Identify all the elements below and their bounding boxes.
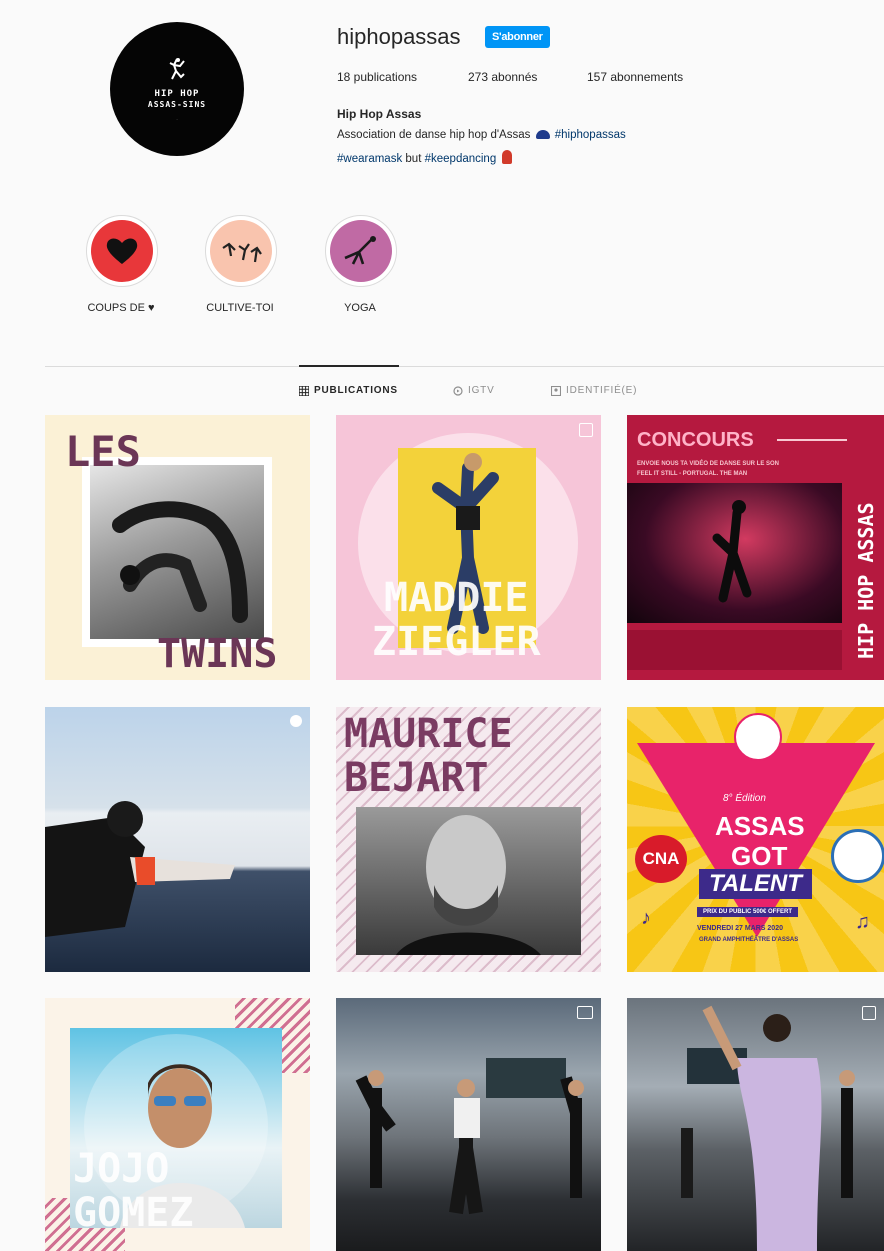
side-banner: HIP HOP ASSAS bbox=[846, 485, 880, 665]
bio-text: but bbox=[405, 153, 422, 165]
logo-badge bbox=[734, 713, 782, 761]
post-maurice-bejart[interactable]: MAURICE BEJART bbox=[336, 707, 601, 972]
post-title: LES bbox=[65, 427, 141, 476]
agt-title: TALENT bbox=[699, 869, 812, 899]
dancers-figures bbox=[681, 1005, 855, 1251]
post-dance-class-1[interactable] bbox=[336, 998, 601, 1251]
tabs-divider bbox=[45, 366, 884, 367]
post-title: MAURICE bbox=[344, 711, 513, 757]
post-subtitle: ENVOIE NOUS TA VIDÉO DE DANSE SUR LE SON bbox=[637, 461, 780, 467]
profile-bio-line2: #wearamask but #keepdancing bbox=[337, 150, 513, 165]
post-concours[interactable]: CONCOURS ENVOIE NOUS TA VIDÉO DE DANSE S… bbox=[627, 415, 884, 680]
highlight-label: YOGA bbox=[344, 302, 376, 314]
prizes-strip bbox=[627, 630, 842, 670]
follow-button[interactable]: S'abonner bbox=[485, 26, 550, 48]
dancers-figures bbox=[355, 1058, 584, 1215]
event-place: GRAND AMPHITHÉÂTRE D'ASSAS bbox=[699, 937, 799, 943]
grid-icon bbox=[299, 385, 309, 396]
hashtag-link[interactable]: #wearamask bbox=[337, 153, 402, 165]
post-title: GOMEZ bbox=[73, 1190, 194, 1236]
post-assas-got-talent[interactable]: 8° Édition ASSAS GOT TALENT CNA PRIX DU … bbox=[627, 707, 884, 972]
avatar-text-line2: ASSAS-SINS bbox=[147, 99, 207, 109]
dancers-icon bbox=[210, 220, 272, 282]
post-title: TWINS bbox=[157, 631, 278, 677]
dancer-emoji-icon bbox=[502, 150, 513, 164]
dancers-photo bbox=[90, 465, 264, 639]
bio-text: Association de danse hip hop d'Assas bbox=[337, 129, 531, 141]
stage-photo bbox=[627, 483, 842, 623]
tab-label: IDENTIFIÉ(E) bbox=[566, 385, 638, 396]
post-les-twins[interactable]: LES TWINS bbox=[45, 415, 310, 680]
post-subtitle: FEEL IT STILL - PORTUGAL. THE MAN bbox=[637, 471, 748, 477]
highlight-coups-de-coeur[interactable] bbox=[86, 215, 158, 287]
profile-username: hiphopassas bbox=[337, 24, 461, 49]
following-count[interactable]: 157 abonnements bbox=[587, 70, 683, 84]
cna-logo: CNA bbox=[635, 835, 687, 883]
partner-logo bbox=[831, 829, 884, 883]
dancer-figure bbox=[45, 801, 235, 937]
highlight-label: COUPS DE ♥ bbox=[87, 302, 155, 314]
dancer-logo-icon bbox=[169, 57, 185, 79]
followers-count[interactable]: 273 abonnés bbox=[468, 70, 537, 84]
music-note-icon: ♪ bbox=[641, 907, 651, 929]
portrait-photo bbox=[356, 807, 581, 955]
active-tab-indicator bbox=[299, 365, 399, 367]
video-icon bbox=[290, 715, 302, 727]
highlight-label: CULTIVE-TOI bbox=[206, 302, 274, 314]
prize-label: PRIX DU PUBLIC 500€ OFFERT bbox=[697, 907, 799, 917]
post-title: JOJO bbox=[73, 1146, 170, 1192]
post-title: CONCOURS bbox=[637, 429, 754, 451]
cap-emoji-icon bbox=[535, 130, 550, 139]
highlight-cultive-toi[interactable] bbox=[205, 215, 277, 287]
tagged-icon bbox=[551, 385, 561, 396]
post-title: BEJART bbox=[344, 755, 489, 801]
side-title: HIP HOP ASSAS bbox=[854, 502, 878, 659]
heart-icon bbox=[91, 220, 153, 282]
post-dance-class-2[interactable] bbox=[627, 998, 884, 1251]
agt-title: GOT bbox=[731, 841, 788, 871]
post-maddie-ziegler[interactable]: MADDIE ZIEGLER bbox=[336, 415, 601, 680]
post-jojo-gomez[interactable]: JOJO GOMEZ bbox=[45, 998, 310, 1251]
tab-label: PUBLICATIONS bbox=[314, 385, 398, 396]
carousel-icon bbox=[862, 1006, 876, 1020]
posts-count[interactable]: 18 publications bbox=[337, 70, 417, 84]
title-line bbox=[777, 439, 847, 441]
video-icon bbox=[577, 1006, 593, 1019]
hashtag-link[interactable]: #hiphopassas bbox=[555, 129, 626, 141]
event-date: VENDREDI 27 MARS 2020 bbox=[697, 925, 783, 932]
agt-title: ASSAS bbox=[715, 811, 805, 841]
avatar-text-line1: HIP HOP bbox=[154, 88, 200, 99]
profile-full-name: Hip Hop Assas bbox=[337, 107, 422, 121]
tab-label: IGTV bbox=[468, 385, 495, 396]
igtv-icon bbox=[453, 385, 463, 396]
post-title: MADDIE bbox=[384, 575, 529, 621]
profile-bio-line1: Association de danse hip hop d'Assas #hi… bbox=[337, 129, 626, 141]
profile-avatar[interactable]: HIP HOP ASSAS-SINS · bbox=[110, 22, 244, 156]
tab-tagged[interactable]: IDENTIFIÉ(E) bbox=[551, 385, 637, 396]
hashtag-link[interactable]: #keepdancing bbox=[425, 153, 497, 165]
tab-igtv[interactable]: IGTV bbox=[453, 385, 495, 396]
yoga-icon bbox=[330, 220, 392, 282]
tab-publications[interactable]: PUBLICATIONS bbox=[299, 385, 398, 396]
post-title: ZIEGLER bbox=[372, 619, 541, 665]
highlight-yoga[interactable] bbox=[325, 215, 397, 287]
music-note-icon: ♫ bbox=[855, 911, 870, 933]
edition-label: 8° Édition bbox=[723, 793, 766, 804]
avatar-small-text: · bbox=[176, 116, 178, 122]
post-beach-dancer[interactable] bbox=[45, 707, 310, 972]
carousel-icon bbox=[579, 423, 593, 437]
